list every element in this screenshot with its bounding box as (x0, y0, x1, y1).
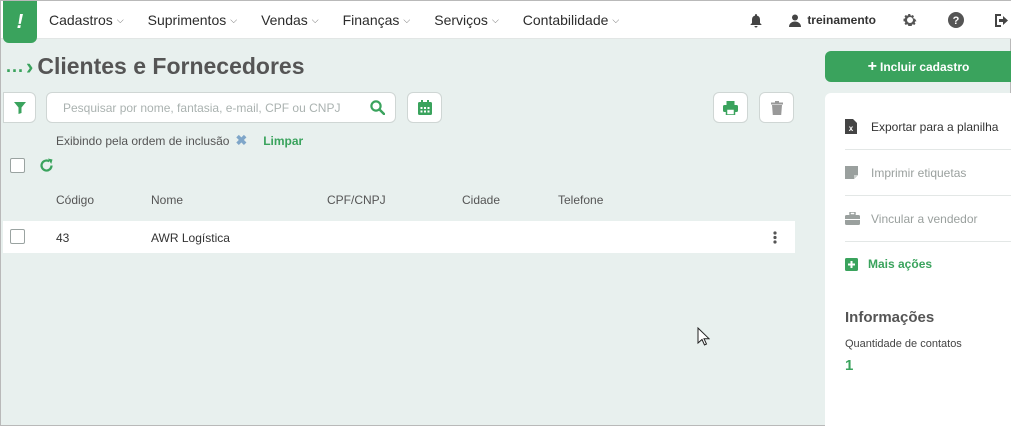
delete-button[interactable] (759, 92, 794, 123)
breadcrumb: ... › Clientes e Fornecedores (6, 53, 305, 80)
chevron-down-icon: ⌵ (116, 14, 124, 25)
mouse-cursor-icon (697, 326, 711, 351)
menu-contabilidade[interactable]: Contabilidade ⌵ (523, 12, 619, 28)
sticky-note-icon (845, 166, 871, 179)
user-icon (789, 14, 802, 27)
include-record-button[interactable]: + Incluir cadastro (825, 51, 1011, 82)
row-checkbox[interactable] (10, 229, 25, 244)
calendar-button[interactable] (407, 92, 442, 123)
chevron-down-icon: ⌵ (612, 14, 620, 25)
column-header-codigo[interactable]: Código (56, 193, 94, 207)
menu-servicos[interactable]: Serviços ⌵ (434, 12, 499, 28)
top-navigation-bar: ! Cadastros ⌵ Suprimentos ⌵ Vendas ⌵ Finanç… (1, 1, 1011, 43)
info-title: Informações (845, 309, 935, 326)
more-actions-button[interactable]: Mais ações (845, 257, 932, 271)
svg-text:?: ? (953, 15, 960, 27)
search-icon[interactable] (370, 100, 385, 115)
contacts-count-value: 1 (845, 357, 854, 374)
printer-icon (723, 100, 738, 115)
chevron-down-icon: ⌵ (230, 14, 238, 25)
filter-button[interactable] (3, 92, 36, 123)
trash-icon (770, 100, 783, 115)
link-seller-action[interactable]: Vincular a vendedor (845, 196, 1011, 242)
search-box (46, 92, 396, 123)
select-all-checkbox[interactable] (10, 158, 25, 173)
svg-text:x: x (849, 124, 854, 133)
logout-icon[interactable] (994, 13, 1010, 28)
column-header-telefone[interactable]: Telefone (558, 193, 603, 207)
menu-suprimentos[interactable]: Suprimentos ⌵ (148, 12, 237, 28)
user-menu[interactable]: treinamento (789, 13, 876, 27)
page-title: Clientes e Fornecedores (37, 53, 305, 79)
plus-square-icon (845, 257, 858, 271)
excel-file-icon: x (845, 119, 871, 134)
briefcase-icon (845, 212, 871, 225)
help-icon[interactable]: ? (948, 12, 964, 28)
breadcrumb-ellipsis[interactable]: ... (6, 56, 24, 77)
refresh-icon[interactable] (39, 158, 54, 178)
plus-icon: + (867, 57, 877, 75)
menu-cadastros[interactable]: Cadastros ⌵ (49, 12, 124, 28)
order-info: Exibindo pela ordem de inclusão ✖ Limpar (56, 132, 303, 149)
user-name: treinamento (807, 13, 876, 27)
cell-codigo: 43 (56, 231, 70, 245)
menu-vendas[interactable]: Vendas ⌵ (261, 12, 319, 28)
order-text: Exibindo pela ordem de inclusão (56, 133, 230, 148)
calendar-icon (417, 100, 432, 115)
app-logo[interactable]: ! (3, 1, 37, 43)
bell-icon[interactable] (749, 13, 763, 28)
table-row[interactable]: 43 AWR Logística (3, 221, 795, 253)
chevron-down-icon: ⌵ (491, 14, 499, 25)
cell-nome: AWR Logística (151, 231, 230, 245)
menu-financas[interactable]: Finanças ⌵ (343, 12, 411, 28)
main-menu: Cadastros ⌵ Suprimentos ⌵ Vendas ⌵ Finanças… (49, 1, 643, 39)
filter-icon (13, 101, 26, 114)
chevron-down-icon: ⌵ (311, 14, 319, 25)
chevron-down-icon: ⌵ (403, 14, 411, 25)
clear-filters-link[interactable]: Limpar (263, 134, 303, 148)
print-labels-action[interactable]: Imprimir etiquetas (845, 150, 1011, 196)
column-header-cidade[interactable]: Cidade (462, 193, 500, 207)
more-vertical-icon[interactable] (773, 231, 777, 249)
contacts-count-label: Quantidade de contatos (845, 338, 962, 350)
chevron-right-icon: › (26, 53, 34, 79)
export-spreadsheet-action[interactable]: x Exportar para a planilha (845, 104, 1011, 150)
gear-icon[interactable] (902, 12, 918, 28)
column-header-cpf-cnpj[interactable]: CPF/CNPJ (327, 193, 386, 207)
top-right-tools: treinamento ? (749, 1, 1011, 39)
remove-order-icon[interactable]: ✖ (235, 132, 247, 149)
print-button[interactable] (713, 92, 748, 123)
actions-panel: x Exportar para a planilha Imprimir etiq… (825, 93, 1011, 426)
column-header-nome[interactable]: Nome (151, 193, 183, 207)
search-input[interactable] (63, 100, 370, 115)
